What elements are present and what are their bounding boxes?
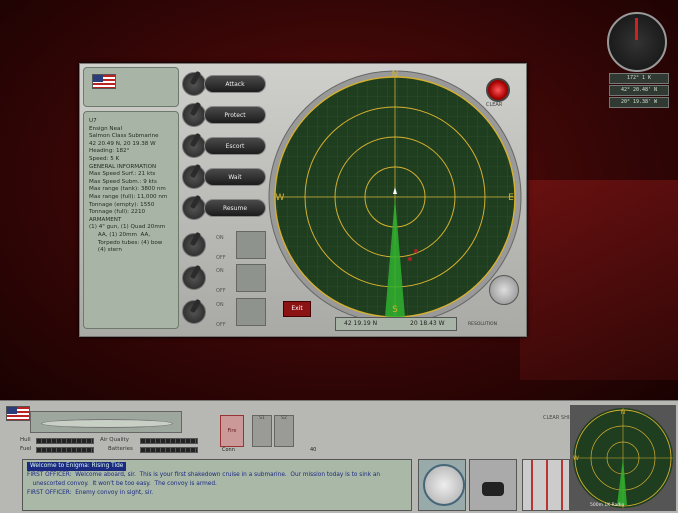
longitude-readout: 20° 19.38' W: [609, 97, 669, 108]
info-line: ARMAMENT: [89, 216, 122, 223]
radar-coordinates: 42 19.19 N 20 18.43 W: [335, 317, 457, 331]
toggle-switch-2[interactable]: ON OFF: [182, 262, 268, 294]
svg-text:W: W: [573, 455, 579, 462]
batteries-label: Batteries: [108, 446, 133, 452]
hull-bar: [36, 438, 94, 444]
info-line: GENERAL INFORMATION: [89, 163, 157, 170]
deck-gun-icon: [236, 264, 266, 292]
info-line: Speed: 5 K: [89, 155, 120, 162]
resume-button[interactable]: Resume: [204, 199, 266, 217]
submarine-silhouette: [30, 411, 182, 433]
lever-icon[interactable]: [182, 134, 206, 158]
message-line: unescorted convoy. It won't be too easy.…: [27, 481, 217, 487]
ship-details: U7 Ensign Neal Salmon Class Submarine 42…: [83, 111, 179, 329]
mini-radar[interactable]: N W: [570, 405, 676, 511]
info-line: Torpedo tubes: (4) bow: [89, 239, 163, 246]
switch-lever-icon[interactable]: [182, 266, 206, 290]
info-line: Salmon Class Submarine: [89, 133, 159, 140]
info-line: Ensign Neal: [89, 125, 123, 132]
clear-label: CLEAR: [486, 102, 503, 108]
message-line: FIRST OFFICER: Enemy convoy in sight, si…: [27, 490, 154, 496]
info-line: Tonnage (empty): 1550: [89, 201, 155, 208]
toggle-switch-3[interactable]: ON OFF: [182, 296, 268, 328]
speedometer-icon: [423, 464, 465, 506]
info-line: Heading: 182°: [89, 148, 130, 155]
engine-controls[interactable]: [522, 459, 570, 511]
command-buttons: Attack Protect Escort Wait Resume: [182, 70, 268, 225]
lever-icon[interactable]: [182, 72, 206, 96]
background-console: [520, 180, 678, 380]
us-flag-icon: [92, 74, 116, 89]
hydrophone-icon: [236, 298, 266, 326]
clear-ship-label[interactable]: CLEAR SHIP: [543, 415, 572, 421]
svg-text:N: N: [621, 409, 626, 416]
resolution-label: RESOLUTION: [468, 322, 497, 327]
flag-box: [83, 67, 179, 107]
info-line: (1) 4" gun, (1) Quad 20mm: [89, 224, 166, 231]
attack-button[interactable]: Attack: [204, 75, 266, 93]
air-bar: [140, 438, 198, 444]
fire-button[interactable]: Fire: [220, 415, 244, 447]
info-line: Max range (tank): 3800 nm: [89, 186, 166, 193]
heading-speed-readout: 172° 1 K: [609, 73, 669, 84]
lever-icon[interactable]: [182, 196, 206, 220]
message-line: FIRST OFFICER: Welcome aboard, sir. This…: [27, 472, 381, 478]
resolution-dial[interactable]: [489, 275, 519, 305]
info-line: Tonnage (full): 2210: [89, 209, 146, 216]
switch-lever-icon[interactable]: [182, 300, 206, 324]
command-panel: U7 Ensign Neal Salmon Class Submarine 42…: [79, 63, 527, 337]
on-off-label: ON OFF: [216, 268, 226, 294]
air-label: Air Quality: [100, 437, 129, 443]
lever-icon[interactable]: [182, 165, 206, 189]
ballast-tank-icon: [469, 459, 517, 511]
periscope-icon: [236, 231, 266, 259]
info-line: AA, (1) 20mm AA,: [89, 231, 151, 238]
info-line: Max range (full): 11,000 nm: [89, 193, 168, 200]
svg-text:N: N: [392, 70, 399, 80]
svg-text:W: W: [276, 193, 285, 203]
coord-lon: 20 18.43 W: [410, 320, 445, 327]
svg-text:S: S: [392, 305, 398, 315]
submarine-icon: [41, 419, 173, 428]
us-flag-icon: [6, 406, 30, 421]
svg-text:E: E: [508, 193, 514, 203]
message-header: Welcome to Enigma: Rising Tide: [27, 462, 127, 471]
clear-button[interactable]: [486, 78, 510, 102]
bottom-console: Hull Fuel Air Quality Batteries Fire S1 …: [0, 400, 678, 513]
escort-button[interactable]: Escort: [204, 137, 266, 155]
mini-radar-readout: 500m 1K Radio: [590, 503, 625, 508]
radar-scope[interactable]: N S W E: [267, 66, 523, 332]
info-line: (4) stern: [89, 247, 122, 254]
info-line: U7: [89, 118, 97, 124]
on-off-label: ON OFF: [216, 235, 226, 261]
message-log: Welcome to Enigma: Rising Tide FIRST OFF…: [22, 459, 412, 511]
ship-info: U7 Ensign Neal Salmon Class Submarine 42…: [83, 67, 179, 332]
protect-button[interactable]: Protect: [204, 106, 266, 124]
switch-lever-icon[interactable]: [182, 233, 206, 257]
fuel-label: Fuel: [20, 446, 32, 452]
depth-value: 40: [310, 447, 317, 453]
on-off-label: ON OFF: [216, 302, 226, 328]
fuel-bar: [36, 447, 94, 453]
hull-label: Hull: [20, 437, 31, 443]
torpedo-tube-2[interactable]: S2: [274, 415, 294, 447]
compass-icon: [607, 12, 667, 72]
info-line: 42 20.49 N, 20 19.38 W: [89, 140, 156, 147]
info-line: Max Speed Surf.: 21 kts: [89, 171, 156, 178]
batteries-bar: [140, 447, 198, 453]
coord-lat: 42 19.19 N: [344, 320, 378, 327]
info-line: Max Speed Subm.: 9 kts: [89, 178, 157, 185]
lever-icon[interactable]: [182, 103, 206, 127]
conn-label: Conn: [222, 447, 235, 453]
wait-button[interactable]: Wait: [204, 168, 266, 186]
speed-gauge: [418, 459, 466, 511]
latitude-readout: 42° 20.48' N: [609, 85, 669, 96]
toggle-switch-1[interactable]: ON OFF: [182, 229, 268, 261]
torpedo-tube-1[interactable]: S1: [252, 415, 272, 447]
